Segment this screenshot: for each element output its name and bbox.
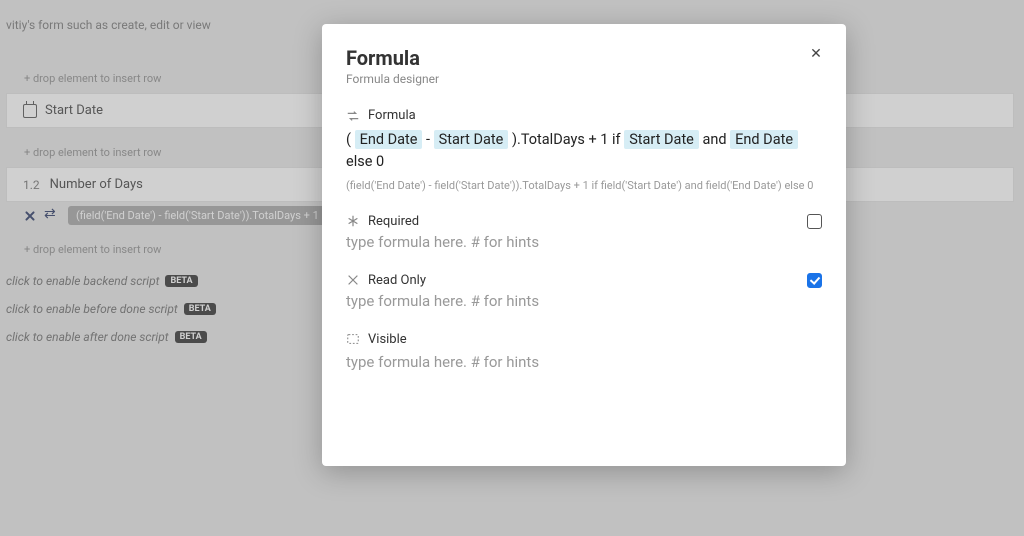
formula-display[interactable]: ( End Date - Start Date ).TotalDays + 1 … bbox=[346, 129, 822, 173]
formula-raw: (field('End Date') - field('Start Date')… bbox=[346, 179, 822, 192]
required-checkbox[interactable] bbox=[807, 214, 822, 229]
required-input[interactable]: type formula here. # for hints bbox=[346, 233, 822, 251]
flow-icon bbox=[346, 109, 360, 123]
modal-subtitle: Formula designer bbox=[346, 72, 822, 86]
formula-text: - bbox=[426, 131, 434, 148]
visible-label: Visible bbox=[368, 332, 407, 347]
token-start-date[interactable]: Start Date bbox=[434, 130, 509, 149]
modal-title: Formula bbox=[346, 46, 822, 70]
formula-text: and bbox=[702, 131, 730, 148]
section-formula: Formula ( End Date - Start Date ).TotalD… bbox=[346, 108, 822, 192]
required-label: Required bbox=[368, 214, 419, 229]
section-visible: Visible type formula here. # for hints bbox=[346, 332, 822, 371]
readonly-label: Read Only bbox=[368, 273, 426, 288]
readonly-input[interactable]: type formula here. # for hints bbox=[346, 292, 822, 310]
token-end-date-2[interactable]: End Date bbox=[730, 130, 798, 149]
visible-icon bbox=[346, 332, 360, 346]
tools-icon bbox=[346, 273, 360, 287]
section-required: Required type formula here. # for hints bbox=[346, 214, 822, 251]
visible-input[interactable]: type formula here. # for hints bbox=[346, 353, 822, 371]
formula-text: ).TotalDays + 1 if bbox=[512, 131, 624, 148]
asterisk-icon bbox=[346, 214, 360, 228]
readonly-checkbox[interactable] bbox=[807, 273, 822, 288]
formula-text: else 0 bbox=[346, 153, 384, 170]
formula-label: Formula bbox=[368, 108, 416, 123]
section-readonly: Read Only type formula here. # for hints bbox=[346, 273, 822, 310]
token-start-date-2[interactable]: Start Date bbox=[624, 130, 699, 149]
formula-text: ( bbox=[346, 131, 351, 148]
token-end-date[interactable]: End Date bbox=[355, 130, 423, 149]
close-button[interactable]: ✕ bbox=[804, 42, 828, 66]
formula-modal: ✕ Formula Formula designer Formula ( End… bbox=[322, 24, 846, 466]
